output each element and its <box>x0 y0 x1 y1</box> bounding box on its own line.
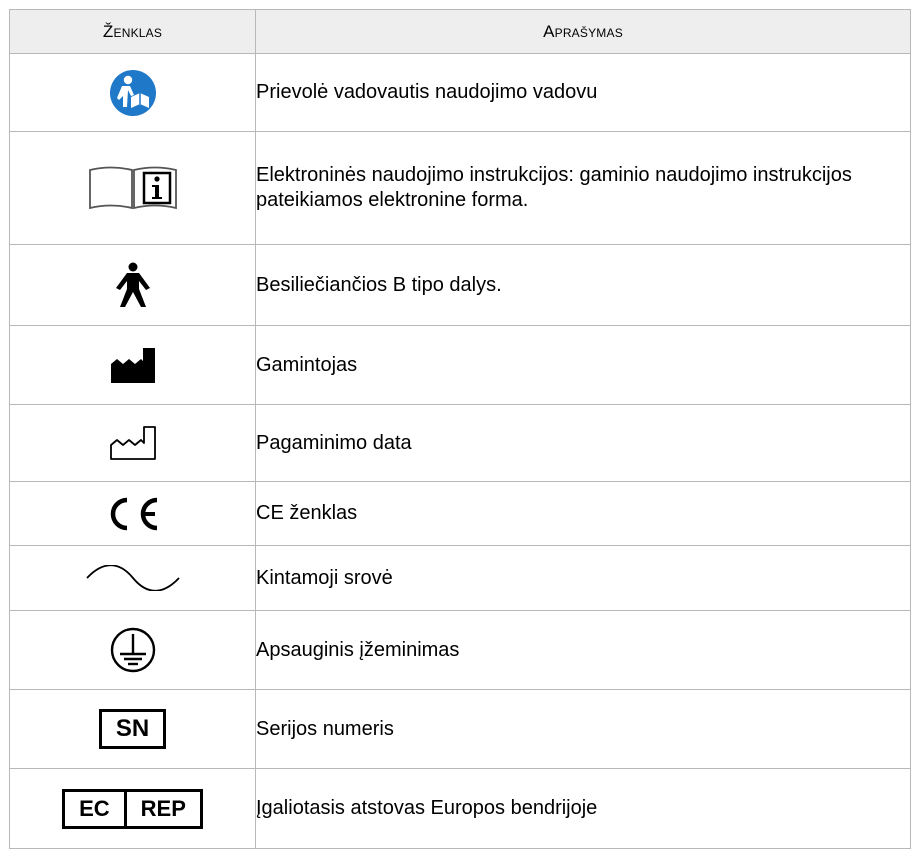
symbol-cell <box>9 325 256 405</box>
description-cell: Elektroninės naudojimo instrukcijos: gam… <box>255 131 911 245</box>
symbol-cell <box>9 610 256 690</box>
table-row: Gamintojas <box>9 325 911 405</box>
table-row: Apsauginis įžeminimas <box>9 610 911 690</box>
symbol-cell <box>9 481 256 546</box>
table-row: Kintamoji srovė <box>9 545 911 611</box>
header-description: Aprašymas <box>255 9 911 54</box>
ec-rep-icon: EC REP <box>62 788 203 829</box>
description-cell: Įgaliotasis atstovas Europos bendrijoje <box>255 768 911 849</box>
ec-rep-right-text: REP <box>123 791 200 826</box>
ec-rep-left-text: EC <box>79 795 110 821</box>
header-symbol: Ženklas <box>9 9 256 54</box>
symbol-cell <box>9 131 256 245</box>
description-cell: Prievolė vadovautis naudojimo vadovu <box>255 53 911 132</box>
manufacturer-icon <box>109 347 157 383</box>
symbol-cell <box>9 404 256 482</box>
table-row: Elektroninės naudojimo instrukcijos: gam… <box>9 131 911 245</box>
description-cell: Serijos numeris <box>255 689 911 769</box>
table-row: SN Serijos numeris <box>9 689 911 769</box>
read-manual-icon <box>109 69 157 117</box>
type-b-applied-part-icon <box>113 262 153 308</box>
serial-number-icon: SN <box>98 709 167 749</box>
description-cell: Kintamoji srovė <box>255 545 911 611</box>
symbols-table: Ženklas Aprašymas Prievolė vadovautis na… <box>9 9 911 849</box>
symbol-cell <box>9 545 256 611</box>
table-header-row: Ženklas Aprašymas <box>9 9 911 54</box>
description-cell: CE ženklas <box>255 481 911 546</box>
table-row: EC REP Įgaliotasis atstovas Europos bend… <box>9 768 911 849</box>
description-cell: Besiliečiančios B tipo dalys. <box>255 244 911 326</box>
alternating-current-icon <box>85 565 181 591</box>
symbol-cell <box>9 53 256 132</box>
table-row: Prievolė vadovautis naudojimo vadovu <box>9 53 911 132</box>
symbol-cell <box>9 244 256 326</box>
electronic-ifu-icon <box>87 165 179 211</box>
symbol-cell: EC REP <box>9 768 256 849</box>
description-cell: Pagaminimo data <box>255 404 911 482</box>
table-row: CE ženklas <box>9 481 911 546</box>
table-row: Pagaminimo data <box>9 404 911 482</box>
description-cell: Apsauginis įžeminimas <box>255 610 911 690</box>
table-row: Besiliečiančios B tipo dalys. <box>9 244 911 326</box>
date-of-manufacture-icon <box>109 425 157 461</box>
description-cell: Gamintojas <box>255 325 911 405</box>
ce-mark-icon <box>105 496 161 532</box>
symbol-cell: SN <box>9 689 256 769</box>
protective-earth-icon <box>109 626 157 674</box>
